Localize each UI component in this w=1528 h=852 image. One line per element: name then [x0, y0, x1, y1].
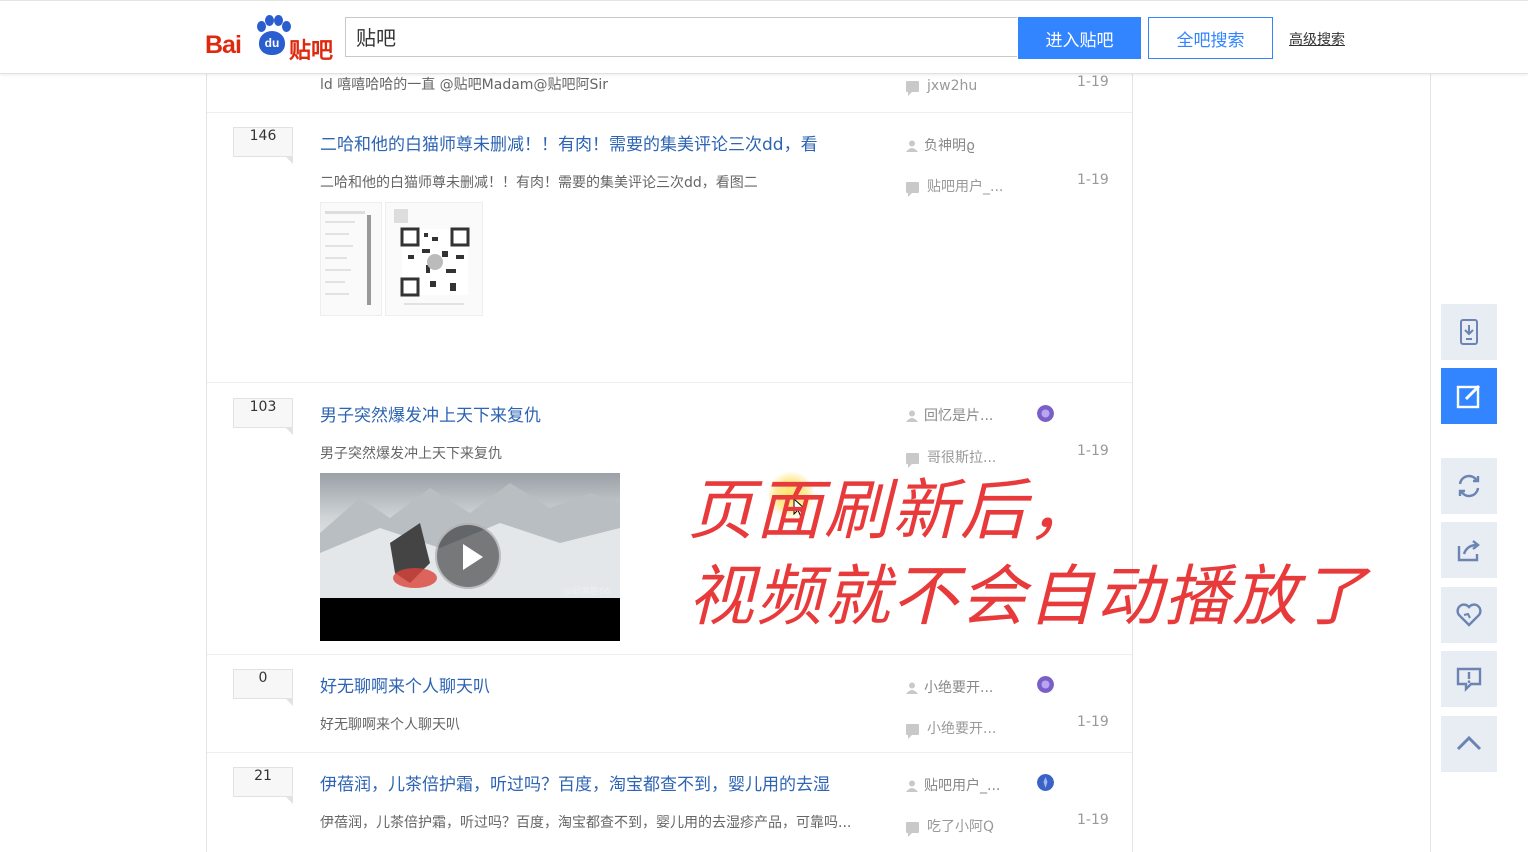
last-replier-name[interactable]: 小绝要开...: [927, 721, 996, 737]
reply-count: 21: [233, 767, 293, 804]
last-replier[interactable]: 吃了小阿Q: [906, 816, 994, 837]
thread-abstract: 好无聊啊来个人聊天叭: [320, 717, 460, 733]
user-icon: [906, 140, 918, 152]
report-icon: [1456, 667, 1482, 692]
author-name[interactable]: 小绝要开...: [924, 680, 993, 696]
download-app-button[interactable]: [1441, 304, 1497, 360]
last-replier-name[interactable]: 哥很斯拉...: [927, 450, 996, 466]
post-edit-icon: [1456, 384, 1481, 409]
thread-title[interactable]: 男子突然爆发冲上天下来复仇: [320, 401, 541, 426]
refresh-icon: [1458, 474, 1480, 498]
comment-icon: [906, 821, 919, 837]
member-badge-icon[interactable]: [1037, 405, 1054, 422]
search-box: [345, 17, 1017, 57]
author-name[interactable]: 贴吧用户_...: [924, 778, 1000, 794]
reply-count: 146: [233, 127, 293, 164]
list-item: 21 伊蓓润，儿茶倍护霜，听过吗？百度，淘宝都查不到，婴儿用的去湿 贴吧用户_.…: [207, 752, 1132, 852]
user-icon: [906, 780, 918, 792]
thread-date: 1-19: [1077, 443, 1109, 459]
thumbnail-image[interactable]: [385, 202, 483, 316]
thread-author[interactable]: 回忆是片...: [906, 405, 993, 425]
thread-author[interactable]: 贴吧用户_...: [906, 775, 1000, 795]
advanced-search-link[interactable]: 高级搜索: [1289, 29, 1345, 49]
last-replier[interactable]: 小绝要开...: [906, 718, 996, 739]
comment-icon: [906, 80, 919, 96]
last-replier[interactable]: 贴吧用户_...: [906, 176, 1003, 197]
thread-abstract: 伊蓓润，儿茶倍护霜，听过吗？百度，淘宝都查不到，婴儿用的去湿疹产品，可靠吗...: [320, 815, 852, 831]
list-item: 0 好无聊啊来个人聊天叭 小绝要开... 好无聊啊来个人聊天叭 小绝要开... …: [207, 654, 1132, 753]
share-button[interactable]: [1441, 522, 1497, 578]
thread-title[interactable]: 好无聊啊来个人聊天叭: [320, 672, 490, 697]
reply-count: 0: [233, 669, 293, 706]
download-app-icon: [1460, 319, 1478, 345]
reply-count: 103: [233, 398, 293, 435]
caption-line-1: 页面刷新后，: [688, 472, 1096, 549]
header-bar: Bai du 贴吧 进入贴吧 全吧搜索 高级搜索: [0, 0, 1528, 74]
thread-abstract: 男子突然爆发冲上天下来复仇: [320, 446, 502, 462]
report-button[interactable]: [1441, 651, 1497, 707]
search-all-button[interactable]: 全吧搜索: [1148, 17, 1273, 59]
back-to-top-icon: [1456, 735, 1482, 751]
logo-bai-text: Bai: [205, 31, 242, 59]
member-badge-icon[interactable]: [1037, 774, 1054, 791]
author-name[interactable]: 回忆是片...: [924, 408, 993, 424]
list-item: 146 二哈和他的白猫师尊未删减！！有肉！需要的集美评论三次dd，看 负神明ϱ …: [207, 112, 1132, 383]
comment-icon: [906, 181, 919, 197]
thread-abstract: 二哈和他的白猫师尊未删减！！有肉！需要的集美评论三次dd，看图二: [320, 175, 758, 191]
paw-icon: du: [253, 15, 291, 59]
thread-abstract: ld 嘻嘻哈哈的一直 @贴吧Madam@贴吧阿Sir: [320, 77, 608, 93]
thread-author[interactable]: 负神明ϱ: [906, 135, 975, 155]
thread-date: 1-19: [1077, 714, 1109, 730]
author-name[interactable]: 负神明ϱ: [924, 138, 975, 154]
search-input[interactable]: [346, 18, 956, 54]
back-to-top-button[interactable]: [1441, 716, 1497, 772]
share-icon: [1457, 540, 1480, 562]
comment-icon: [906, 452, 919, 468]
last-replier-name[interactable]: 吃了小阿Q: [927, 819, 994, 835]
last-replier-name[interactable]: 贴吧用户_...: [927, 179, 1003, 195]
last-replier[interactable]: jxw2hu: [906, 78, 977, 96]
thread-list: ld 嘻嘻哈哈的一直 @贴吧Madam@贴吧阿Sir jxw2hu 1-19 1…: [206, 0, 1133, 852]
thread-date: 1-19: [1077, 812, 1109, 828]
thread-title[interactable]: 二哈和他的白猫师尊未删减！！有肉！需要的集美评论三次dd，看: [320, 130, 818, 155]
thread-title[interactable]: 伊蓓润，儿茶倍护霜，听过吗？百度，淘宝都查不到，婴儿用的去湿: [320, 770, 830, 795]
favorite-heart-icon: [1456, 603, 1482, 627]
last-replier[interactable]: 哥很斯拉...: [906, 447, 996, 468]
caption-line-2: 视频就不会自动播放了: [688, 558, 1368, 635]
post-edit-button[interactable]: [1441, 368, 1497, 424]
logo-tieba-text: 贴吧: [289, 39, 334, 64]
refresh-button[interactable]: [1441, 458, 1497, 514]
comment-icon: [906, 723, 919, 739]
logo-du-text: du: [259, 31, 285, 55]
screenshot-thumb-icon: [325, 211, 371, 305]
thumbnail-image[interactable]: [320, 202, 382, 316]
thread-author[interactable]: 小绝要开...: [906, 677, 993, 697]
thread-date: 1-19: [1077, 172, 1109, 188]
overlay-caption: 页面刷新后， 视频就不会自动播放了: [688, 468, 1368, 640]
qr-code-icon: [394, 209, 470, 305]
video-watermark: @邱黄胜66: [563, 587, 611, 597]
user-icon: [906, 410, 918, 422]
favorite-button[interactable]: [1441, 587, 1497, 643]
thread-date: 1-19: [1077, 74, 1109, 90]
user-icon: [906, 682, 918, 694]
baidu-tieba-logo[interactable]: Bai du 贴吧: [205, 15, 335, 64]
play-button[interactable]: [435, 523, 501, 589]
video-player[interactable]: @邱黄胜66: [320, 473, 620, 641]
last-replier-name[interactable]: jxw2hu: [927, 78, 977, 94]
right-column-divider: [1430, 0, 1431, 852]
enter-tieba-button[interactable]: 进入贴吧: [1018, 17, 1141, 59]
member-badge-icon[interactable]: [1037, 676, 1054, 693]
